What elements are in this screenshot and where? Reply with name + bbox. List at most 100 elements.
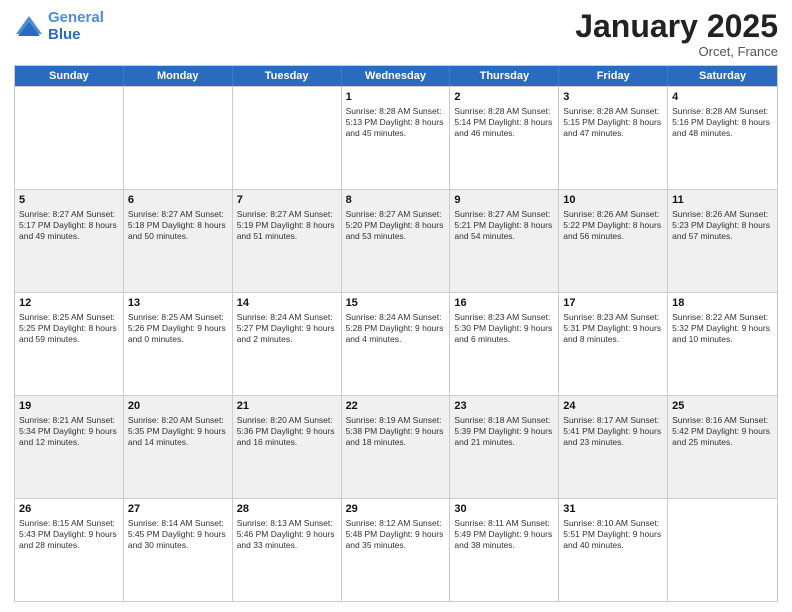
- calendar-cell: 22Sunrise: 8:19 AM Sunset: 5:38 PM Dayli…: [342, 396, 451, 498]
- calendar-cell: 24Sunrise: 8:17 AM Sunset: 5:41 PM Dayli…: [559, 396, 668, 498]
- day-header-saturday: Saturday: [668, 66, 777, 86]
- calendar-row-2: 12Sunrise: 8:25 AM Sunset: 5:25 PM Dayli…: [15, 292, 777, 395]
- calendar-row-3: 19Sunrise: 8:21 AM Sunset: 5:34 PM Dayli…: [15, 395, 777, 498]
- calendar-cell: 25Sunrise: 8:16 AM Sunset: 5:42 PM Dayli…: [668, 396, 777, 498]
- calendar-cell: 28Sunrise: 8:13 AM Sunset: 5:46 PM Dayli…: [233, 499, 342, 601]
- cell-date: 2: [454, 90, 554, 105]
- cell-info: Sunrise: 8:27 AM Sunset: 5:18 PM Dayligh…: [128, 209, 228, 242]
- cell-date: 10: [563, 193, 663, 208]
- cell-info: Sunrise: 8:28 AM Sunset: 5:13 PM Dayligh…: [346, 106, 446, 139]
- cell-date: 8: [346, 193, 446, 208]
- cell-info: Sunrise: 8:24 AM Sunset: 5:28 PM Dayligh…: [346, 312, 446, 345]
- cell-info: Sunrise: 8:27 AM Sunset: 5:19 PM Dayligh…: [237, 209, 337, 242]
- cell-date: 26: [19, 502, 119, 517]
- calendar-cell: 15Sunrise: 8:24 AM Sunset: 5:28 PM Dayli…: [342, 293, 451, 395]
- day-header-monday: Monday: [124, 66, 233, 86]
- cell-date: 24: [563, 399, 663, 414]
- location: Orcet, France: [575, 44, 778, 59]
- day-header-sunday: Sunday: [15, 66, 124, 86]
- cell-date: 5: [19, 193, 119, 208]
- cell-info: Sunrise: 8:28 AM Sunset: 5:15 PM Dayligh…: [563, 106, 663, 139]
- cell-date: 4: [672, 90, 773, 105]
- cell-info: Sunrise: 8:23 AM Sunset: 5:31 PM Dayligh…: [563, 312, 663, 345]
- calendar-cell: 23Sunrise: 8:18 AM Sunset: 5:39 PM Dayli…: [450, 396, 559, 498]
- cell-date: 19: [19, 399, 119, 414]
- calendar-cell: 4Sunrise: 8:28 AM Sunset: 5:16 PM Daylig…: [668, 87, 777, 189]
- calendar-cell: [124, 87, 233, 189]
- calendar-cell: 14Sunrise: 8:24 AM Sunset: 5:27 PM Dayli…: [233, 293, 342, 395]
- calendar-cell: 3Sunrise: 8:28 AM Sunset: 5:15 PM Daylig…: [559, 87, 668, 189]
- day-header-tuesday: Tuesday: [233, 66, 342, 86]
- cell-date: 28: [237, 502, 337, 517]
- calendar-cell: 2Sunrise: 8:28 AM Sunset: 5:14 PM Daylig…: [450, 87, 559, 189]
- cell-date: 14: [237, 296, 337, 311]
- calendar-cell: [668, 499, 777, 601]
- day-header-wednesday: Wednesday: [342, 66, 451, 86]
- calendar-cell: 9Sunrise: 8:27 AM Sunset: 5:21 PM Daylig…: [450, 190, 559, 292]
- day-header-friday: Friday: [559, 66, 668, 86]
- calendar-cell: 17Sunrise: 8:23 AM Sunset: 5:31 PM Dayli…: [559, 293, 668, 395]
- cell-info: Sunrise: 8:10 AM Sunset: 5:51 PM Dayligh…: [563, 518, 663, 551]
- calendar-cell: 30Sunrise: 8:11 AM Sunset: 5:49 PM Dayli…: [450, 499, 559, 601]
- cell-date: 9: [454, 193, 554, 208]
- cell-info: Sunrise: 8:16 AM Sunset: 5:42 PM Dayligh…: [672, 415, 773, 448]
- cell-info: Sunrise: 8:25 AM Sunset: 5:26 PM Dayligh…: [128, 312, 228, 345]
- cell-info: Sunrise: 8:20 AM Sunset: 5:35 PM Dayligh…: [128, 415, 228, 448]
- cell-date: 15: [346, 296, 446, 311]
- calendar-cell: 16Sunrise: 8:23 AM Sunset: 5:30 PM Dayli…: [450, 293, 559, 395]
- cell-info: Sunrise: 8:12 AM Sunset: 5:48 PM Dayligh…: [346, 518, 446, 551]
- cell-info: Sunrise: 8:15 AM Sunset: 5:43 PM Dayligh…: [19, 518, 119, 551]
- page: General Blue January 2025 Orcet, France …: [0, 0, 792, 612]
- calendar-row-4: 26Sunrise: 8:15 AM Sunset: 5:43 PM Dayli…: [15, 498, 777, 601]
- calendar-row-0: 1Sunrise: 8:28 AM Sunset: 5:13 PM Daylig…: [15, 86, 777, 189]
- cell-date: 7: [237, 193, 337, 208]
- logo-icon: [14, 14, 44, 40]
- cell-info: Sunrise: 8:20 AM Sunset: 5:36 PM Dayligh…: [237, 415, 337, 448]
- cell-info: Sunrise: 8:27 AM Sunset: 5:21 PM Dayligh…: [454, 209, 554, 242]
- cell-date: 17: [563, 296, 663, 311]
- title-block: January 2025 Orcet, France: [575, 10, 778, 59]
- calendar-cell: 11Sunrise: 8:26 AM Sunset: 5:23 PM Dayli…: [668, 190, 777, 292]
- month-title: January 2025: [575, 10, 778, 42]
- logo: General Blue: [14, 10, 104, 43]
- calendar: SundayMondayTuesdayWednesdayThursdayFrid…: [14, 65, 778, 602]
- cell-date: 1: [346, 90, 446, 105]
- calendar-cell: [15, 87, 124, 189]
- cell-info: Sunrise: 8:19 AM Sunset: 5:38 PM Dayligh…: [346, 415, 446, 448]
- calendar-cell: 13Sunrise: 8:25 AM Sunset: 5:26 PM Dayli…: [124, 293, 233, 395]
- calendar-header: SundayMondayTuesdayWednesdayThursdayFrid…: [15, 66, 777, 86]
- cell-info: Sunrise: 8:26 AM Sunset: 5:23 PM Dayligh…: [672, 209, 773, 242]
- cell-info: Sunrise: 8:24 AM Sunset: 5:27 PM Dayligh…: [237, 312, 337, 345]
- cell-info: Sunrise: 8:22 AM Sunset: 5:32 PM Dayligh…: [672, 312, 773, 345]
- cell-info: Sunrise: 8:27 AM Sunset: 5:17 PM Dayligh…: [19, 209, 119, 242]
- calendar-cell: 10Sunrise: 8:26 AM Sunset: 5:22 PM Dayli…: [559, 190, 668, 292]
- cell-date: 3: [563, 90, 663, 105]
- calendar-cell: 20Sunrise: 8:20 AM Sunset: 5:35 PM Dayli…: [124, 396, 233, 498]
- calendar-cell: 26Sunrise: 8:15 AM Sunset: 5:43 PM Dayli…: [15, 499, 124, 601]
- calendar-row-1: 5Sunrise: 8:27 AM Sunset: 5:17 PM Daylig…: [15, 189, 777, 292]
- cell-date: 29: [346, 502, 446, 517]
- cell-date: 16: [454, 296, 554, 311]
- calendar-cell: 19Sunrise: 8:21 AM Sunset: 5:34 PM Dayli…: [15, 396, 124, 498]
- calendar-cell: 5Sunrise: 8:27 AM Sunset: 5:17 PM Daylig…: [15, 190, 124, 292]
- calendar-cell: 31Sunrise: 8:10 AM Sunset: 5:51 PM Dayli…: [559, 499, 668, 601]
- cell-info: Sunrise: 8:17 AM Sunset: 5:41 PM Dayligh…: [563, 415, 663, 448]
- calendar-cell: 12Sunrise: 8:25 AM Sunset: 5:25 PM Dayli…: [15, 293, 124, 395]
- cell-info: Sunrise: 8:28 AM Sunset: 5:16 PM Dayligh…: [672, 106, 773, 139]
- cell-info: Sunrise: 8:13 AM Sunset: 5:46 PM Dayligh…: [237, 518, 337, 551]
- day-header-thursday: Thursday: [450, 66, 559, 86]
- calendar-cell: 8Sunrise: 8:27 AM Sunset: 5:20 PM Daylig…: [342, 190, 451, 292]
- cell-date: 21: [237, 399, 337, 414]
- cell-date: 25: [672, 399, 773, 414]
- calendar-cell: 21Sunrise: 8:20 AM Sunset: 5:36 PM Dayli…: [233, 396, 342, 498]
- cell-date: 31: [563, 502, 663, 517]
- calendar-cell: 1Sunrise: 8:28 AM Sunset: 5:13 PM Daylig…: [342, 87, 451, 189]
- cell-info: Sunrise: 8:28 AM Sunset: 5:14 PM Dayligh…: [454, 106, 554, 139]
- calendar-cell: [233, 87, 342, 189]
- calendar-cell: 29Sunrise: 8:12 AM Sunset: 5:48 PM Dayli…: [342, 499, 451, 601]
- cell-date: 30: [454, 502, 554, 517]
- cell-info: Sunrise: 8:26 AM Sunset: 5:22 PM Dayligh…: [563, 209, 663, 242]
- cell-date: 20: [128, 399, 228, 414]
- cell-info: Sunrise: 8:25 AM Sunset: 5:25 PM Dayligh…: [19, 312, 119, 345]
- cell-date: 11: [672, 193, 773, 208]
